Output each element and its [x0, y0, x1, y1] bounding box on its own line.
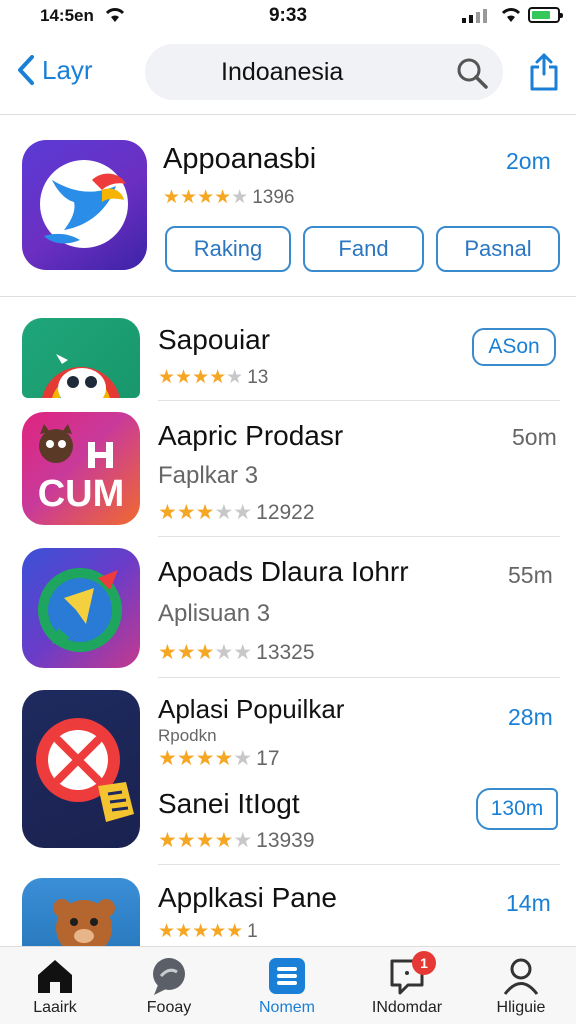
chip-pasnal[interactable]: Pasnal	[436, 226, 560, 272]
app-rating: ★★★ ★★ 12922	[158, 500, 315, 525]
status-bar: 14:5en 9:33	[0, 0, 576, 34]
app-rating: ★★★★ ★ 17	[158, 746, 280, 771]
app-icon-aapric[interactable]: CUM	[22, 412, 140, 525]
featured-app-size[interactable]: 2om	[506, 148, 551, 175]
divider	[0, 114, 576, 115]
get-button[interactable]: 130m	[476, 788, 558, 830]
app-subtitle: Rpodkn	[158, 726, 217, 745]
app-size[interactable]: 5om	[512, 424, 557, 451]
apps-icon	[269, 958, 305, 994]
tab-profile[interactable]: Hliguie	[466, 955, 576, 1017]
search-field[interactable]: Indoanesia	[145, 44, 503, 100]
share-icon[interactable]	[528, 52, 560, 97]
tab-label: Nomem	[258, 999, 315, 1016]
profile-icon	[503, 958, 539, 995]
tab-label: Fooay	[146, 999, 192, 1016]
app-title[interactable]: Sanei ItIogt	[158, 788, 300, 820]
app-rating: ★★★ ★★ 13325	[158, 640, 315, 665]
app-subtitle: Aplisuan 3	[158, 600, 271, 627]
star-rating-icon: ★★★★★	[158, 921, 244, 942]
app-title[interactable]: Applkasi Pane	[158, 882, 337, 914]
back-button[interactable]: Layr	[16, 54, 93, 86]
app-title[interactable]: Apoads Dlaura Iohrr	[158, 556, 409, 588]
app-icon-sapouiar[interactable]	[22, 318, 140, 398]
tab-chat[interactable]: Fooay	[114, 955, 224, 1017]
search-icon[interactable]	[455, 56, 489, 95]
get-button[interactable]: ASon	[472, 328, 556, 366]
tab-notifications[interactable]: 1 INdomdar	[352, 951, 462, 1017]
app-size[interactable]: 28m	[508, 704, 553, 731]
app-title[interactable]: Aplasi Popuilkar	[158, 694, 344, 725]
divider	[158, 677, 560, 678]
divider	[158, 864, 560, 865]
chip-raking[interactable]: Raking	[165, 226, 291, 272]
star-rating-icon: ★★★★★	[158, 747, 253, 770]
home-icon	[38, 960, 72, 993]
battery-icon	[528, 7, 563, 23]
app-rating: ★★★★★ 1	[158, 920, 258, 943]
chat-icon	[153, 958, 185, 995]
rating-count: 1396	[252, 186, 295, 208]
notification-badge: 1	[412, 951, 436, 975]
star-rating-icon: ★★★★★	[158, 829, 253, 852]
nav-bar: Layr Indoanesia	[0, 40, 576, 106]
star-rating-icon: ★★★★★	[163, 187, 249, 208]
rating-count: 12922	[256, 500, 315, 524]
chevron-left-icon	[18, 55, 34, 85]
app-rating: ★★★★ ★ 13939	[158, 828, 315, 853]
icon-text: CUM	[38, 473, 125, 515]
app-icon-aplasi[interactable]	[22, 690, 140, 848]
featured-rating: ★★★★ ★ 1396	[163, 186, 294, 209]
app-rating: ★★★★ ★ 13	[158, 366, 268, 389]
rating-count: 13939	[256, 828, 315, 852]
tab-home[interactable]: Laairk	[0, 955, 110, 1017]
featured-app-icon[interactable]	[22, 140, 147, 270]
app-subtitle: Faplkar 3	[158, 462, 259, 489]
rating-count: 1	[247, 920, 258, 942]
tab-bar: Laairk Fooay Nomem 1 INdomdar Hliguie	[0, 946, 576, 1024]
tab-label: INdomdar	[371, 999, 443, 1016]
app-title[interactable]: Sapouiar	[158, 324, 270, 356]
divider	[158, 400, 560, 401]
app-size[interactable]: 55m	[508, 562, 553, 589]
app-title[interactable]: Aapric Prodasr	[158, 420, 343, 452]
tab-apps[interactable]: Nomem	[232, 955, 342, 1017]
star-rating-icon: ★★★★★	[158, 367, 244, 388]
wifi-icon	[500, 6, 522, 29]
app-icon-apoads[interactable]	[22, 548, 140, 668]
star-rating-icon: ★★★★★	[158, 501, 253, 524]
rating-count: 17	[256, 746, 280, 770]
tab-label: Laairk	[33, 999, 77, 1016]
tab-label: Hliguie	[496, 999, 546, 1016]
divider	[158, 536, 560, 537]
signal-icon	[462, 9, 492, 28]
app-size[interactable]: 14m	[506, 890, 551, 917]
chip-fand[interactable]: Fand	[303, 226, 424, 272]
star-rating-icon: ★★★★★	[158, 641, 253, 664]
featured-app-title[interactable]: Appoanasbi	[163, 143, 316, 176]
app-icon-applkasi[interactable]	[22, 878, 140, 946]
rating-count: 13325	[256, 640, 315, 664]
back-label: Layr	[42, 54, 93, 85]
rating-count: 13	[247, 366, 269, 388]
search-query[interactable]: Indoanesia	[221, 58, 343, 87]
divider	[0, 296, 576, 297]
